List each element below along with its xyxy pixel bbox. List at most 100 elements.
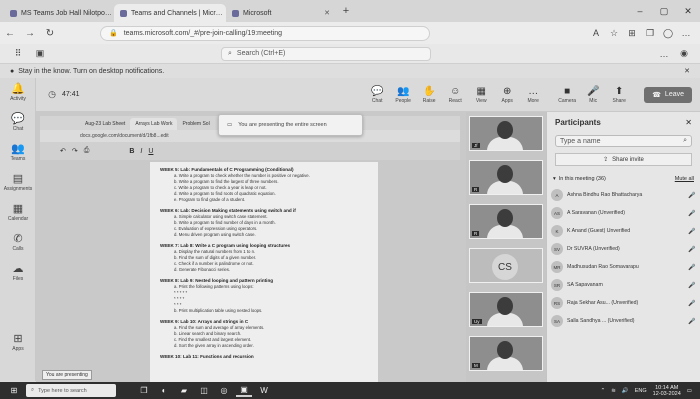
participant-video-body: [487, 313, 523, 326]
hand-icon: ✋: [422, 85, 436, 97]
video-tile[interactable]: CS: [469, 248, 543, 283]
video-tile[interactable]: R: [469, 160, 543, 195]
shared-tab-3: Problem Sol: [177, 118, 214, 130]
rail-label: Activity: [10, 96, 26, 102]
teams-search-input[interactable]: ⌕ Search (Ctrl+E): [221, 46, 431, 61]
mic-off-icon[interactable]: 🎤: [688, 264, 696, 271]
read-aloud-icon[interactable]: A: [590, 27, 602, 39]
participant-name: Madhusudan Rao Somavarapu: [567, 264, 639, 270]
meeting-mic-button[interactable]: 🎤 Mic: [582, 86, 604, 104]
meeting-share-button[interactable]: ⬆ Share: [608, 86, 630, 104]
participant-row[interactable]: SA Salla Sandhya ... (Unverified) 🎤: [547, 312, 700, 330]
participant-row[interactable]: A Ashna Bindhu Rao Bhattacharya 🎤: [547, 186, 700, 204]
close-window-icon[interactable]: ✕: [676, 6, 700, 17]
rail-item-calendar[interactable]: ▦ Calendar: [0, 198, 36, 228]
meeting-people-button[interactable]: 👥 People: [392, 86, 414, 104]
browser-tab-2[interactable]: Teams and Channels | Micr… ✕: [114, 4, 226, 22]
task-view-icon[interactable]: ❐: [136, 384, 152, 397]
teams-logo-icon: ▣: [35, 48, 45, 58]
rail-item-files[interactable]: ☁ Files: [0, 258, 36, 288]
video-tile[interactable]: M: [469, 336, 543, 371]
store-icon[interactable]: ◫: [196, 384, 212, 397]
mic-off-icon[interactable]: 🎤: [688, 192, 696, 199]
participant-row[interactable]: K K Anand (Guest) Unverified 🎤: [547, 222, 700, 240]
speaker-icon[interactable]: 🔊: [622, 388, 629, 394]
meeting-view-button[interactable]: ▦ View: [470, 86, 492, 104]
doc-spacer: [160, 360, 368, 364]
video-tile[interactable]: Uy: [469, 292, 543, 327]
rail-item-activity[interactable]: 🔔 Activity: [0, 78, 36, 108]
settings-more-icon[interactable]: …: [680, 27, 692, 39]
address-bar[interactable]: 🔒 teams.microsoft.com/_#/pre-join-callin…: [100, 25, 430, 41]
participant-row[interactable]: AS A Saravanan (Unverified) 🎤: [547, 204, 700, 222]
maximize-icon[interactable]: ▢: [652, 6, 676, 17]
mute-all-button[interactable]: Mute all: [675, 176, 694, 182]
forward-icon[interactable]: →: [20, 28, 40, 39]
chevron-up-icon[interactable]: ⌃: [601, 388, 606, 394]
more-options-icon[interactable]: …: [658, 48, 670, 60]
rail-item-apps[interactable]: ⊞ Apps: [0, 328, 36, 358]
video-tile[interactable]: R: [469, 204, 543, 239]
rail-item-teams[interactable]: 👥 Teams: [0, 138, 36, 168]
participant-row[interactable]: SR SA Sapavanam 🎤: [547, 276, 700, 294]
chevron-down-icon[interactable]: ▾: [553, 176, 556, 182]
mic-off-icon[interactable]: 🎤: [688, 318, 696, 325]
collections-icon[interactable]: ❐: [644, 27, 656, 39]
windows-icon[interactable]: ⊞: [6, 384, 22, 397]
browser-tab-1[interactable]: MS Teams Job Hall Nilotpo… ✕: [4, 4, 114, 22]
mic-icon: 🎤: [586, 85, 600, 97]
meeting-raise-hand-button[interactable]: ✋ Raise: [418, 86, 440, 104]
participant-row[interactable]: RS Raja Sekhar Asu... (Unverified) 🎤: [547, 294, 700, 312]
meeting-react-button[interactable]: ☺ React: [444, 86, 466, 104]
explorer-icon[interactable]: ▰: [176, 384, 192, 397]
teams-icon[interactable]: ▣: [236, 384, 252, 397]
meeting-camera-button[interactable]: ■ Camera: [556, 86, 578, 104]
clock[interactable]: 10:14 AM 12-03-2024: [653, 385, 681, 397]
back-icon[interactable]: ←: [0, 28, 20, 39]
participants-search-input[interactable]: Type a name ⌕: [555, 135, 692, 147]
mic-off-icon[interactable]: 🎤: [688, 300, 696, 307]
meeting-more-button[interactable]: … More: [522, 86, 544, 104]
mic-off-icon[interactable]: 🎤: [688, 210, 696, 217]
shared-tab-1: Aug-23 Lab Sheet: [80, 118, 130, 130]
mic-off-icon[interactable]: 🎤: [688, 246, 696, 253]
profile-icon[interactable]: ◯: [662, 27, 674, 39]
profile-avatar[interactable]: ◉: [678, 48, 690, 60]
meeting-info-icon[interactable]: ◷: [46, 89, 58, 101]
close-icon[interactable]: ✕: [324, 9, 330, 17]
tile-name-label: Uy: [472, 319, 482, 324]
taskbar-search-input[interactable]: ⌕ Type here to search: [26, 384, 116, 397]
minimize-icon[interactable]: –: [628, 6, 652, 17]
word-icon[interactable]: W: [256, 384, 272, 397]
browser-tab-3[interactable]: Microsoft ✕: [226, 4, 336, 22]
chrome-icon[interactable]: ◎: [216, 384, 232, 397]
app-launcher-icon[interactable]: ⠿: [12, 48, 24, 60]
wifi-icon[interactable]: ≋: [611, 388, 616, 394]
rail-item-calls[interactable]: ✆ Calls: [0, 228, 36, 258]
meeting-apps-button[interactable]: ⊕ Apps: [496, 86, 518, 104]
banner-close-icon[interactable]: ✕: [684, 67, 690, 75]
language-indicator[interactable]: ENG: [635, 388, 647, 394]
star-icon[interactable]: ☆: [608, 27, 620, 39]
underline-icon: U: [148, 147, 154, 155]
extensions-icon[interactable]: ⊞: [626, 27, 638, 39]
participant-row[interactable]: SV Dr SUVRA (Unverified) 🎤: [547, 240, 700, 258]
taskbar-apps: ❐ ◐ ▰ ◫ ◎ ▣ W: [136, 384, 272, 397]
mic-off-icon[interactable]: 🎤: [688, 282, 696, 289]
mic-off-icon[interactable]: 🎤: [688, 228, 696, 235]
panel-close-icon[interactable]: ✕: [685, 118, 692, 127]
leave-button[interactable]: ☎ Leave: [644, 86, 692, 103]
video-tile[interactable]: Jf: [469, 116, 543, 151]
tile-name-label: Jf: [472, 143, 480, 148]
new-tab-button[interactable]: +: [340, 5, 352, 17]
edge-icon[interactable]: ◐: [156, 384, 172, 397]
participant-name: Dr SUVRA (Unverified): [567, 246, 620, 252]
smile-icon: ☺: [450, 85, 461, 97]
reload-icon[interactable]: ↻: [40, 28, 60, 39]
notification-icon[interactable]: ▭: [687, 388, 692, 394]
rail-item-chat[interactable]: 💬 Chat: [0, 108, 36, 138]
participant-row[interactable]: MR Madhusudan Rao Somavarapu 🎤: [547, 258, 700, 276]
meeting-chat-button[interactable]: 💬 Chat: [366, 86, 388, 104]
share-invite-button[interactable]: ⇪ Share invite: [555, 153, 692, 166]
rail-item-assignments[interactable]: ▤ Assignments: [0, 168, 36, 198]
